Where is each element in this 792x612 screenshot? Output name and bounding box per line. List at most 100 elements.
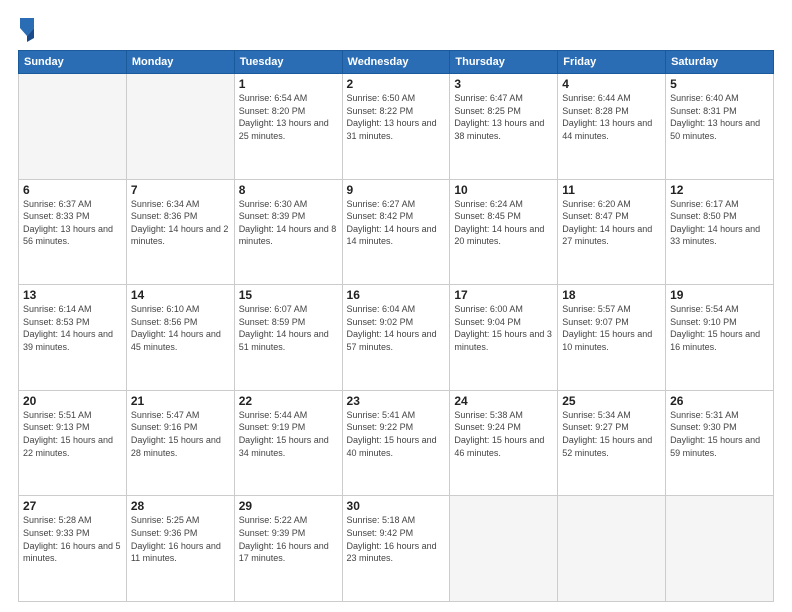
calendar-cell: 21Sunrise: 5:47 AM Sunset: 9:16 PM Dayli… [126,390,234,496]
calendar-cell: 18Sunrise: 5:57 AM Sunset: 9:07 PM Dayli… [558,285,666,391]
calendar-cell: 25Sunrise: 5:34 AM Sunset: 9:27 PM Dayli… [558,390,666,496]
day-number: 22 [239,394,338,408]
calendar-cell [450,496,558,602]
day-info: Sunrise: 5:41 AM Sunset: 9:22 PM Dayligh… [347,409,446,459]
day-info: Sunrise: 5:44 AM Sunset: 9:19 PM Dayligh… [239,409,338,459]
day-info: Sunrise: 6:20 AM Sunset: 8:47 PM Dayligh… [562,198,661,248]
calendar-week-2: 13Sunrise: 6:14 AM Sunset: 8:53 PM Dayli… [19,285,774,391]
calendar-cell: 7Sunrise: 6:34 AM Sunset: 8:36 PM Daylig… [126,179,234,285]
calendar-cell [126,74,234,180]
calendar-cell: 13Sunrise: 6:14 AM Sunset: 8:53 PM Dayli… [19,285,127,391]
calendar-cell: 27Sunrise: 5:28 AM Sunset: 9:33 PM Dayli… [19,496,127,602]
day-info: Sunrise: 5:25 AM Sunset: 9:36 PM Dayligh… [131,514,230,564]
day-number: 13 [23,288,122,302]
calendar-cell: 3Sunrise: 6:47 AM Sunset: 8:25 PM Daylig… [450,74,558,180]
calendar-cell: 23Sunrise: 5:41 AM Sunset: 9:22 PM Dayli… [342,390,450,496]
day-number: 25 [562,394,661,408]
day-number: 7 [131,183,230,197]
calendar-cell: 17Sunrise: 6:00 AM Sunset: 9:04 PM Dayli… [450,285,558,391]
day-number: 3 [454,77,553,91]
day-number: 20 [23,394,122,408]
calendar-cell: 20Sunrise: 5:51 AM Sunset: 9:13 PM Dayli… [19,390,127,496]
day-number: 30 [347,499,446,513]
calendar-table: SundayMondayTuesdayWednesdayThursdayFrid… [18,50,774,602]
day-info: Sunrise: 6:44 AM Sunset: 8:28 PM Dayligh… [562,92,661,142]
day-info: Sunrise: 6:40 AM Sunset: 8:31 PM Dayligh… [670,92,769,142]
day-number: 29 [239,499,338,513]
weekday-header-friday: Friday [558,51,666,74]
day-info: Sunrise: 6:24 AM Sunset: 8:45 PM Dayligh… [454,198,553,248]
weekday-header-sunday: Sunday [19,51,127,74]
calendar-week-1: 6Sunrise: 6:37 AM Sunset: 8:33 PM Daylig… [19,179,774,285]
day-info: Sunrise: 6:04 AM Sunset: 9:02 PM Dayligh… [347,303,446,353]
day-number: 11 [562,183,661,197]
logo [18,14,40,42]
day-number: 1 [239,77,338,91]
day-number: 9 [347,183,446,197]
day-number: 17 [454,288,553,302]
day-info: Sunrise: 5:47 AM Sunset: 9:16 PM Dayligh… [131,409,230,459]
weekday-header-saturday: Saturday [666,51,774,74]
day-info: Sunrise: 6:27 AM Sunset: 8:42 PM Dayligh… [347,198,446,248]
day-number: 24 [454,394,553,408]
calendar-week-3: 20Sunrise: 5:51 AM Sunset: 9:13 PM Dayli… [19,390,774,496]
calendar-cell: 5Sunrise: 6:40 AM Sunset: 8:31 PM Daylig… [666,74,774,180]
calendar-cell: 26Sunrise: 5:31 AM Sunset: 9:30 PM Dayli… [666,390,774,496]
day-info: Sunrise: 6:50 AM Sunset: 8:22 PM Dayligh… [347,92,446,142]
day-number: 19 [670,288,769,302]
day-number: 14 [131,288,230,302]
day-info: Sunrise: 6:00 AM Sunset: 9:04 PM Dayligh… [454,303,553,353]
calendar-cell: 9Sunrise: 6:27 AM Sunset: 8:42 PM Daylig… [342,179,450,285]
calendar-week-0: 1Sunrise: 6:54 AM Sunset: 8:20 PM Daylig… [19,74,774,180]
day-info: Sunrise: 6:07 AM Sunset: 8:59 PM Dayligh… [239,303,338,353]
day-number: 12 [670,183,769,197]
day-number: 28 [131,499,230,513]
day-number: 21 [131,394,230,408]
day-info: Sunrise: 5:57 AM Sunset: 9:07 PM Dayligh… [562,303,661,353]
logo-icon [18,14,36,42]
calendar-week-4: 27Sunrise: 5:28 AM Sunset: 9:33 PM Dayli… [19,496,774,602]
calendar-cell: 6Sunrise: 6:37 AM Sunset: 8:33 PM Daylig… [19,179,127,285]
day-number: 23 [347,394,446,408]
day-number: 16 [347,288,446,302]
day-info: Sunrise: 5:18 AM Sunset: 9:42 PM Dayligh… [347,514,446,564]
day-info: Sunrise: 6:30 AM Sunset: 8:39 PM Dayligh… [239,198,338,248]
day-number: 8 [239,183,338,197]
day-info: Sunrise: 5:51 AM Sunset: 9:13 PM Dayligh… [23,409,122,459]
day-number: 10 [454,183,553,197]
weekday-header-row: SundayMondayTuesdayWednesdayThursdayFrid… [19,51,774,74]
day-info: Sunrise: 5:38 AM Sunset: 9:24 PM Dayligh… [454,409,553,459]
calendar-cell: 1Sunrise: 6:54 AM Sunset: 8:20 PM Daylig… [234,74,342,180]
weekday-header-tuesday: Tuesday [234,51,342,74]
day-number: 18 [562,288,661,302]
day-info: Sunrise: 5:34 AM Sunset: 9:27 PM Dayligh… [562,409,661,459]
calendar-cell: 11Sunrise: 6:20 AM Sunset: 8:47 PM Dayli… [558,179,666,285]
header [18,14,774,42]
day-info: Sunrise: 5:31 AM Sunset: 9:30 PM Dayligh… [670,409,769,459]
calendar-cell: 10Sunrise: 6:24 AM Sunset: 8:45 PM Dayli… [450,179,558,285]
calendar-cell: 24Sunrise: 5:38 AM Sunset: 9:24 PM Dayli… [450,390,558,496]
day-info: Sunrise: 6:37 AM Sunset: 8:33 PM Dayligh… [23,198,122,248]
calendar-cell: 2Sunrise: 6:50 AM Sunset: 8:22 PM Daylig… [342,74,450,180]
weekday-header-wednesday: Wednesday [342,51,450,74]
day-number: 15 [239,288,338,302]
day-number: 5 [670,77,769,91]
calendar-cell: 19Sunrise: 5:54 AM Sunset: 9:10 PM Dayli… [666,285,774,391]
day-number: 6 [23,183,122,197]
day-number: 2 [347,77,446,91]
day-info: Sunrise: 6:54 AM Sunset: 8:20 PM Dayligh… [239,92,338,142]
calendar-cell: 28Sunrise: 5:25 AM Sunset: 9:36 PM Dayli… [126,496,234,602]
day-info: Sunrise: 5:28 AM Sunset: 9:33 PM Dayligh… [23,514,122,564]
calendar-cell: 8Sunrise: 6:30 AM Sunset: 8:39 PM Daylig… [234,179,342,285]
weekday-header-thursday: Thursday [450,51,558,74]
page: SundayMondayTuesdayWednesdayThursdayFrid… [0,0,792,612]
day-number: 26 [670,394,769,408]
calendar-cell: 4Sunrise: 6:44 AM Sunset: 8:28 PM Daylig… [558,74,666,180]
day-info: Sunrise: 6:47 AM Sunset: 8:25 PM Dayligh… [454,92,553,142]
day-info: Sunrise: 5:54 AM Sunset: 9:10 PM Dayligh… [670,303,769,353]
calendar-cell [19,74,127,180]
calendar-cell: 22Sunrise: 5:44 AM Sunset: 9:19 PM Dayli… [234,390,342,496]
calendar-cell: 12Sunrise: 6:17 AM Sunset: 8:50 PM Dayli… [666,179,774,285]
calendar-cell: 30Sunrise: 5:18 AM Sunset: 9:42 PM Dayli… [342,496,450,602]
day-info: Sunrise: 6:34 AM Sunset: 8:36 PM Dayligh… [131,198,230,248]
